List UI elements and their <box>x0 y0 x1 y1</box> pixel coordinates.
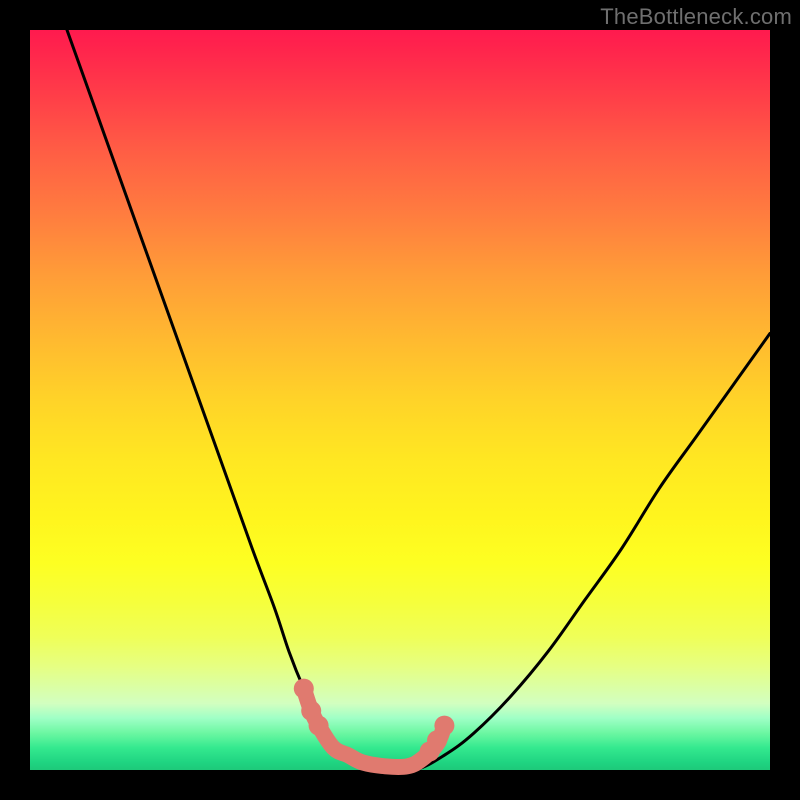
highlight-marker <box>434 716 454 736</box>
curve-layer <box>30 30 770 770</box>
chart-frame: TheBottleneck.com <box>0 0 800 800</box>
bottleneck-curve <box>67 30 770 772</box>
highlight-marker <box>309 716 329 736</box>
highlight-marker <box>294 679 314 699</box>
plot-area <box>30 30 770 770</box>
watermark-text: TheBottleneck.com <box>600 4 792 30</box>
